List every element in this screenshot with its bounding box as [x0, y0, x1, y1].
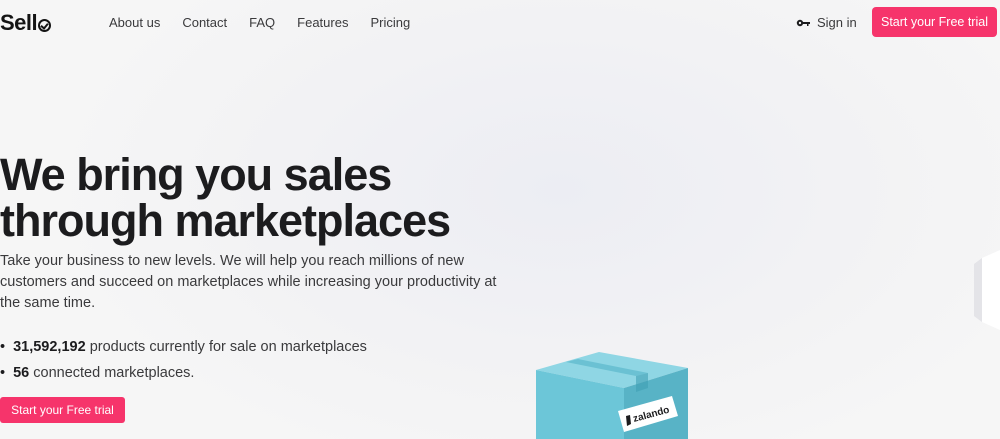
nav-features[interactable]: Features: [297, 15, 348, 30]
hero-title-line2: through marketplaces: [0, 195, 451, 246]
stats-list: 31,592,192 products currently for sale o…: [0, 334, 367, 386]
hero-lead: Take your business to new levels. We wil…: [0, 253, 497, 311]
nav-pricing[interactable]: Pricing: [370, 15, 410, 30]
nav-about-us[interactable]: About us: [109, 15, 160, 30]
sign-in-label: Sign in: [817, 15, 857, 30]
stat-marketplaces-text: connected marketplaces.: [33, 365, 195, 381]
key-icon: [796, 19, 810, 27]
nav-faq[interactable]: FAQ: [249, 15, 275, 30]
nav-contact[interactable]: Contact: [182, 15, 227, 30]
start-free-trial-button-hero[interactable]: Start your Free trial: [0, 397, 125, 423]
stat-products-value: 31,592,192: [13, 339, 86, 355]
sign-in-link[interactable]: Sign in: [796, 15, 857, 30]
white-box-illustration: [974, 250, 1000, 330]
hero-title-line1: We bring you sales: [0, 149, 392, 200]
zalando-box-illustration: zalando: [536, 352, 688, 439]
logo-text: Sell: [0, 10, 38, 35]
stat-marketplaces-value: 56: [13, 365, 30, 381]
main-nav: About us Contact FAQ Features Pricing: [109, 15, 432, 30]
stat-products: 31,592,192 products currently for sale o…: [0, 334, 367, 360]
stat-products-text: products currently for sale on marketpla…: [89, 339, 367, 355]
start-free-trial-button-header[interactable]: Start your Free trial: [872, 7, 997, 37]
logo-check-icon: [38, 18, 52, 32]
hero-title: We bring you sales through marketplaces: [0, 152, 520, 244]
stat-marketplaces: 56 connected marketplaces.: [0, 360, 367, 386]
logo[interactable]: Sell: [0, 10, 52, 36]
